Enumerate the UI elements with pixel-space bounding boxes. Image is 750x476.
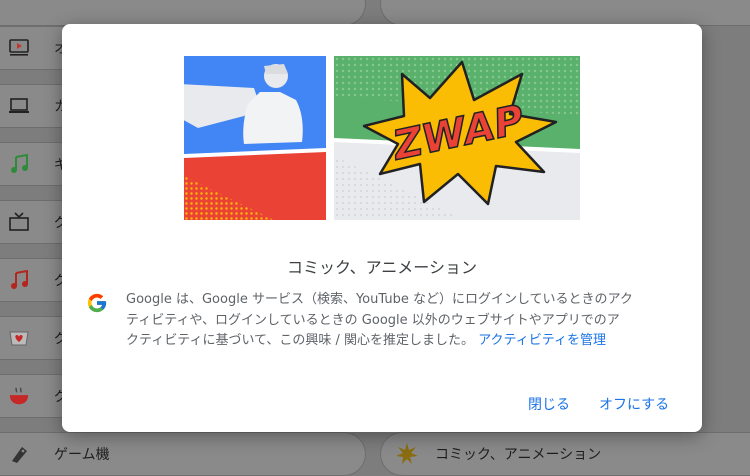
bg-item-0	[0, 0, 366, 26]
bowl-icon	[8, 385, 30, 407]
bg-right-item-label: コミック、アニメーション	[435, 447, 602, 463]
turn-off-button[interactable]: オフにする	[593, 392, 675, 416]
tv-icon	[8, 211, 30, 233]
laptop-icon	[8, 95, 30, 117]
close-button[interactable]: 閉じる	[522, 392, 576, 416]
music-note-icon	[8, 153, 30, 175]
bg-item-8[interactable]: ゲーム機	[0, 432, 366, 476]
interest-dialog: ZWAP コミック、アニメーション Google は、Google サービス（検…	[62, 24, 702, 432]
video-player-icon	[8, 37, 30, 59]
bg-item-label: ゲーム機	[54, 447, 110, 463]
desc-line-1: Google は、Google サービス（検索、YouTube など）にログイン…	[126, 292, 633, 307]
music-note-icon	[8, 269, 30, 291]
desc-line-3: クティビティに基づいて、この興味 / 関心を推定しました。	[126, 333, 475, 348]
dialog-title: コミック、アニメーション	[287, 258, 477, 277]
comic-illustration: ZWAP	[184, 56, 580, 220]
starburst-icon	[395, 442, 419, 466]
gamepad-icon	[8, 443, 30, 465]
dialog-description: Google は、Google サービス（検索、YouTube など）にログイン…	[126, 290, 678, 352]
google-logo-icon	[87, 293, 107, 313]
heart-card-icon	[8, 327, 30, 349]
desc-line-2: ティビティや、ログインしているときの Google 以外のウェブサイトやアプリで…	[126, 312, 620, 328]
bg-right-item-0	[380, 0, 750, 26]
manage-activity-link[interactable]: アクティビティを管理	[478, 333, 606, 348]
bg-right-item-comic[interactable]: コミック、アニメーション	[380, 432, 750, 476]
